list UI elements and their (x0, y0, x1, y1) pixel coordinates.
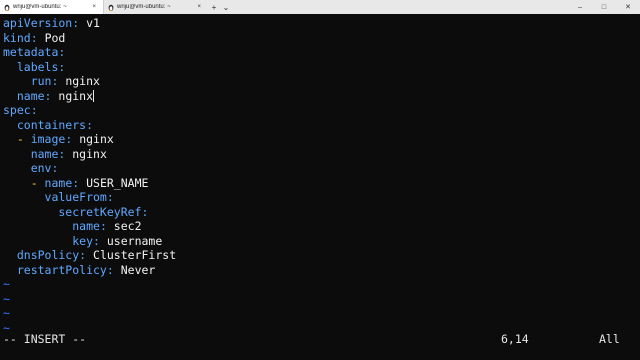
cursor-position: 6,14 (501, 332, 529, 346)
vim-editor[interactable]: apiVersion: v1 kind: Pod metadata: labels:… (0, 14, 640, 360)
yaml-punctuation: : (58, 146, 73, 161)
maximize-button[interactable]: □ (592, 0, 616, 14)
yaml-key: apiVersion (3, 16, 73, 30)
yaml-value: Never (120, 262, 156, 277)
yaml-punctuation: : (141, 204, 149, 219)
tab-close-icon[interactable]: × (90, 4, 98, 10)
yaml-key: dnsPolicy (3, 248, 80, 262)
code-line: - image: nginx (3, 132, 114, 147)
yaml-value: USER_NAME (86, 175, 149, 190)
yaml-value: nginx (65, 74, 100, 88)
yaml-key: valueFrom (3, 190, 107, 204)
code-line: env: (3, 161, 59, 176)
code-line: key: username (3, 234, 162, 249)
yaml-punctuation: : (51, 161, 59, 175)
tilde-marker: ~ (3, 306, 10, 320)
yaml-punctuation: : (72, 16, 87, 30)
yaml-punctuation: : (65, 132, 80, 146)
yaml-key: name (3, 88, 45, 103)
yaml-key: name (3, 219, 100, 233)
code-line: restartPolicy: Never (3, 262, 156, 278)
yaml-key: secretKeyRef (3, 204, 142, 219)
yaml-key: name (44, 175, 73, 190)
yaml-value: sec2 (113, 219, 142, 233)
empty-line-tilde: ~ (3, 277, 10, 292)
yaml-value: nginx (58, 88, 94, 103)
yaml-value: v1 (86, 16, 100, 30)
yaml-list-dash: - (3, 132, 31, 146)
yaml-punctuation: : (79, 248, 94, 262)
yaml-punctuation: : (86, 117, 94, 132)
terminal-tab-2[interactable]: wriju@vm-ubuntu: ~ × (103, 0, 208, 14)
yaml-punctuation: : (99, 219, 114, 233)
yaml-value: nginx (79, 132, 114, 146)
yaml-punctuation: : (58, 59, 66, 74)
tab-close-icon[interactable]: × (195, 4, 203, 10)
minimize-button[interactable]: – (568, 0, 592, 14)
code-line: dnsPolicy: ClusterFirst (3, 248, 176, 263)
code-line: secretKeyRef: (3, 205, 148, 220)
yaml-key: metadata (3, 45, 59, 59)
terminal-title-bar: wriju@vm-ubuntu: ~ × wriju@vm-ubuntu: ~ … (0, 0, 640, 14)
yaml-key: kind (3, 30, 31, 45)
yaml-key: containers (3, 117, 87, 132)
text-cursor (93, 90, 95, 102)
yaml-key: run (3, 74, 52, 88)
yaml-value: nginx (72, 146, 107, 161)
yaml-punctuation: : (58, 45, 66, 59)
tab-label: wriju@vm-ubuntu: ~ (13, 4, 67, 10)
code-line: name: nginx (3, 88, 95, 104)
terminal-tab-1[interactable]: wriju@vm-ubuntu: ~ × (0, 0, 103, 14)
yaml-punctuation: : (106, 262, 121, 277)
yaml-punctuation: : (72, 175, 87, 190)
yaml-key: labels (3, 59, 59, 74)
yaml-punctuation: : (30, 30, 45, 45)
code-line: kind: Pod (3, 31, 65, 46)
linux-penguin-icon (4, 4, 10, 11)
new-tab-button[interactable]: + (208, 0, 220, 14)
empty-line-tilde: ~ (3, 306, 10, 321)
yaml-key: name (3, 146, 59, 161)
yaml-key: key (3, 233, 94, 248)
tilde-marker: ~ (3, 277, 10, 291)
tab-dropdown-button[interactable]: ⌄ (220, 0, 232, 14)
code-line: apiVersion: v1 (3, 16, 100, 31)
yaml-key: restartPolicy (3, 262, 107, 277)
code-line: containers: (3, 118, 93, 133)
code-line: name: sec2 (3, 219, 142, 234)
yaml-value: username (106, 233, 163, 248)
yaml-punctuation: : (51, 74, 66, 88)
code-line: - name: USER_NAME (3, 175, 149, 191)
yaml-key: spec (3, 103, 31, 117)
title-bar-drag-area[interactable] (232, 0, 568, 14)
yaml-value: Pod (44, 30, 66, 45)
yaml-punctuation: : (93, 233, 107, 248)
tilde-marker: ~ (3, 291, 10, 306)
code-line: labels: (3, 60, 65, 75)
empty-line-tilde: ~ (3, 292, 10, 307)
code-line: valueFrom: (3, 190, 114, 205)
yaml-list-dash: - (3, 175, 45, 190)
yaml-key: env (3, 161, 52, 175)
code-line: run: nginx (3, 74, 100, 89)
vim-status-line: -- INSERT -- 6,14 All (3, 332, 623, 346)
yaml-punctuation: : (106, 190, 114, 204)
code-line: metadata: (3, 45, 65, 60)
scroll-position: All (599, 332, 620, 346)
yaml-punctuation: : (44, 88, 59, 103)
yaml-key: image (30, 132, 66, 146)
yaml-value: ClusterFirst (93, 248, 177, 262)
tab-label: wriju@vm-ubuntu: ~ (117, 4, 171, 10)
code-line: name: nginx (3, 147, 107, 162)
window-close-button[interactable]: ✕ (616, 0, 640, 14)
yaml-punctuation: : (30, 103, 38, 117)
linux-penguin-icon (108, 4, 114, 11)
code-line: spec: (3, 103, 38, 118)
mode-indicator: -- INSERT -- (3, 332, 87, 346)
